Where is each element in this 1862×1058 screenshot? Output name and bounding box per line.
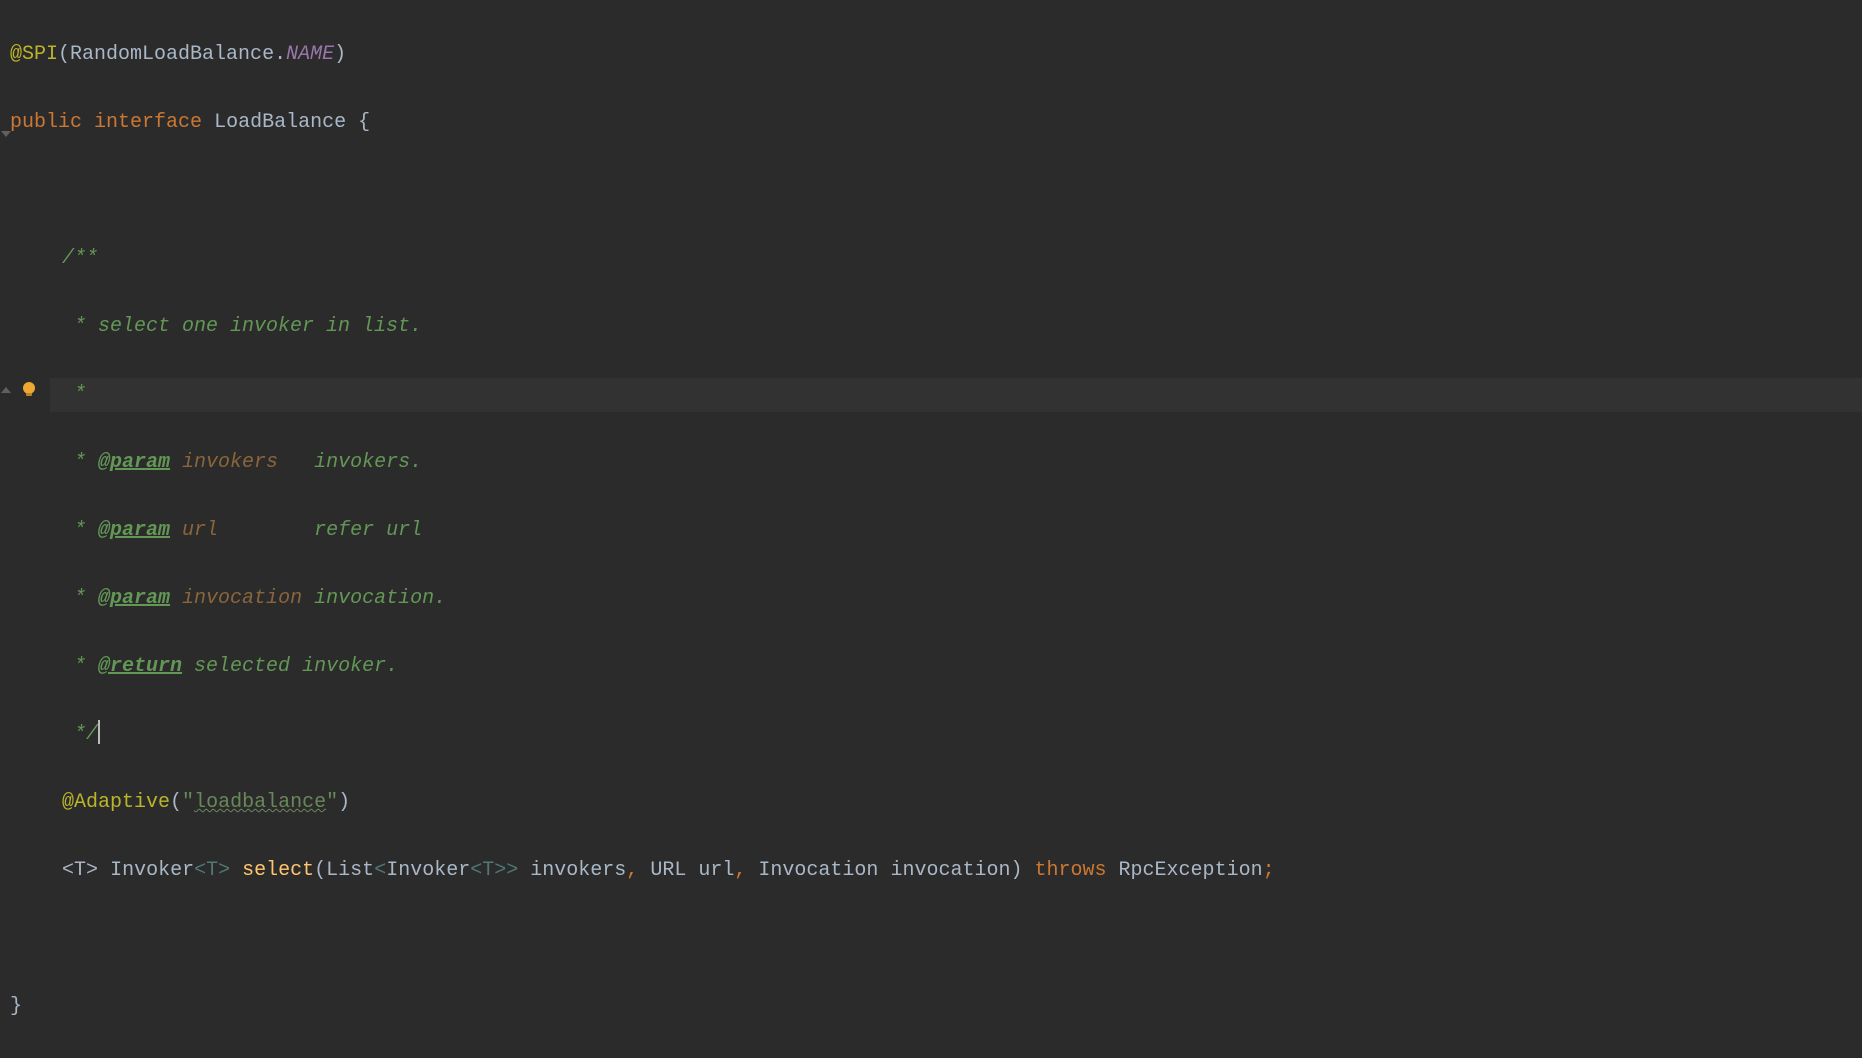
return-type: Invoker [110,859,194,882]
string-literal: loadbalance [194,791,326,814]
javadoc-start: /** [62,247,98,270]
param-type: List [326,859,374,882]
annotation: @Adaptive [62,791,170,814]
javadoc-return-tag: @return [98,655,182,678]
closing-brace: } [10,995,22,1018]
javadoc-param-name: url [182,519,218,542]
param-type: URL [650,859,686,882]
constant-reference: NAME [286,43,334,66]
javadoc-param-tag: @param [98,451,170,474]
javadoc-param-desc: invokers. [314,451,422,474]
class-reference: RandomLoadBalance [70,43,274,66]
keyword-interface: interface [94,111,202,134]
javadoc-param-name: invokers [182,451,278,474]
param-name: url [698,859,734,882]
javadoc-param-tag: @param [98,519,170,542]
keyword-throws: throws [1035,859,1107,882]
code-editor[interactable]: @SPI(RandomLoadBalance.NAME) public inte… [10,4,1862,1058]
param-name: invokers [530,859,626,882]
exception-type: RpcException [1119,859,1263,882]
javadoc-param-desc: refer url [314,519,422,542]
annotation: @SPI [10,43,58,66]
text-cursor [98,720,100,744]
keyword-public: public [10,111,82,134]
javadoc-return-desc: selected invoker. [194,655,398,678]
javadoc-param-tag: @param [98,587,170,610]
javadoc-description: * select one invoker in list. [62,315,422,338]
javadoc-end: */ [62,723,98,746]
param-name: invocation [890,859,1010,882]
javadoc-param-desc: invocation. [314,587,446,610]
interface-name: LoadBalance [214,111,346,134]
javadoc-line: * [62,383,86,406]
param-type: Invocation [758,859,878,882]
method-name: select [242,859,314,882]
javadoc-param-name: invocation [182,587,302,610]
